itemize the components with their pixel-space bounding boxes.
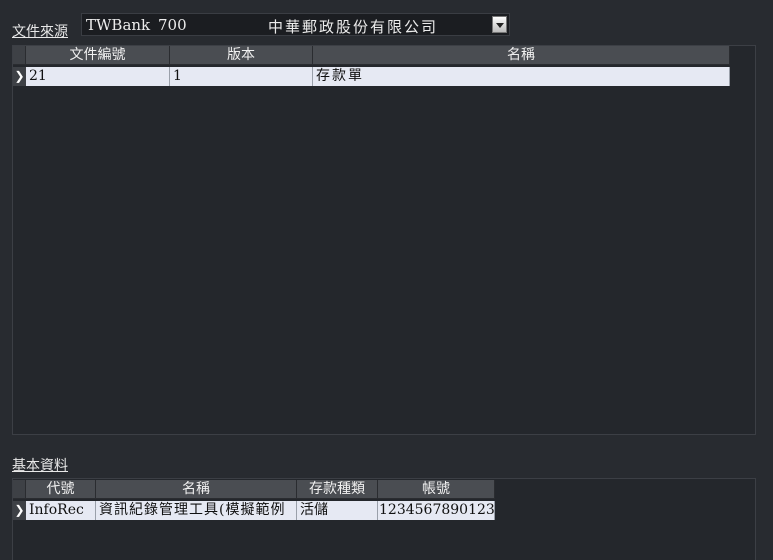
chevron-right-icon: ❯ (13, 501, 26, 520)
cell-account[interactable]: 12345678901234 (378, 501, 495, 520)
cell-doc-no[interactable]: 21 (26, 67, 170, 86)
column-header-version[interactable]: 版本 (170, 46, 313, 65)
cell-name[interactable]: 存款單 (313, 67, 730, 86)
basic-info-grid[interactable]: 代號 名稱 存款種類 帳號 ❯ InfoRec 資訊紀錄管理工具(模擬範例 活儲… (12, 478, 756, 560)
column-header-deposit-type[interactable]: 存款種類 (297, 480, 378, 499)
chevron-right-icon: ❯ (13, 67, 26, 86)
grid-corner (13, 46, 26, 65)
column-header-name[interactable]: 名稱 (96, 480, 297, 499)
basic-info-label: 基本資料 (12, 458, 68, 474)
chevron-down-icon[interactable] (492, 16, 507, 33)
source-name: 中華郵政股份有限公司 (268, 18, 439, 36)
source-dropdown[interactable]: TWBank 700 中華郵政股份有限公司 (81, 13, 510, 36)
source-label: 文件來源 (12, 24, 68, 40)
grid-corner (13, 480, 26, 499)
source-id: 700 (158, 16, 187, 34)
column-header-name[interactable]: 名稱 (313, 46, 730, 65)
cell-deposit-type[interactable]: 活儲 (297, 501, 378, 520)
cell-name[interactable]: 資訊紀錄管理工具(模擬範例 (96, 501, 297, 520)
documents-grid[interactable]: 文件編號 版本 名稱 ❯ 21 1 存款單 (12, 45, 756, 435)
column-header-code[interactable]: 代號 (26, 480, 96, 499)
cell-code[interactable]: InfoRec (26, 501, 96, 520)
cell-version[interactable]: 1 (170, 67, 313, 86)
column-header-account[interactable]: 帳號 (378, 480, 495, 499)
source-code: TWBank (86, 16, 151, 34)
column-header-doc-no[interactable]: 文件編號 (26, 46, 170, 65)
